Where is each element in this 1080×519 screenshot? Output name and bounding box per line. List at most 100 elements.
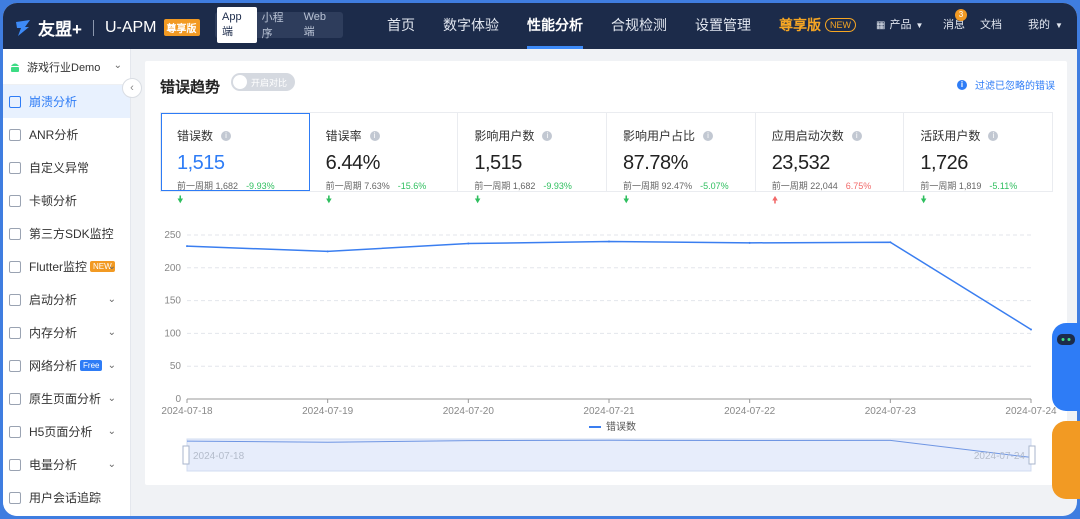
arrow-down-icon: 🠟: [474, 195, 481, 206]
products-menu[interactable]: ▦ 产品 ▼: [876, 3, 923, 49]
subsidy-widget[interactable]: [1052, 421, 1080, 499]
sidebar-item[interactable]: 网络分析 Free ⌄: [3, 349, 130, 382]
change-percent: -5.11%: [989, 181, 1018, 191]
legend-label: 错误数: [606, 420, 636, 433]
change-percent: -5.07%: [700, 181, 729, 191]
sidebar-item-label: ANR分析: [29, 128, 79, 142]
metric-previous: 前一周期 92.47% -5.07%: [623, 179, 755, 192]
docs-link[interactable]: 文档: [980, 3, 1002, 49]
data-point: [889, 241, 892, 244]
series-line: [186, 240, 1032, 331]
nav-compliance[interactable]: 合规检测: [597, 3, 681, 49]
nav-vip[interactable]: 尊享版 NEW: [765, 3, 870, 49]
segment-mini-program[interactable]: 小程序: [257, 5, 299, 45]
menu-item-icon: [9, 392, 21, 405]
menu-item-icon: [9, 359, 21, 372]
metric-tile[interactable]: 错误数 i 1,515 前一周期 1,682 -9.93% 🠟: [161, 113, 310, 206]
menu-tag: Free: [80, 360, 103, 371]
nav-digital-experience[interactable]: 数字体验: [429, 3, 513, 49]
app-selector[interactable]: 游戏行业Demo ⌄: [3, 49, 130, 85]
chevron-left-icon: ‹: [130, 82, 134, 94]
metric-tile[interactable]: 影响用户数 i 1,515 前一周期 1,682 -9.93% 🠟: [458, 113, 608, 206]
nav-performance[interactable]: 性能分析: [513, 3, 597, 49]
metric-label-row: 应用启动次数 i: [772, 127, 904, 144]
arrow-down-icon: 🠟: [325, 195, 333, 206]
metric-previous: 前一周期 1,682 -9.93%: [177, 179, 309, 192]
help-icon[interactable]: i: [542, 130, 553, 141]
help-icon[interactable]: i: [851, 130, 862, 141]
chevron-down-icon: ⌄: [107, 327, 116, 338]
metric-tile[interactable]: 活跃用户数 i 1,726 前一周期 1,819 -5.11% 🠟: [904, 113, 1052, 206]
metric-tile[interactable]: 影响用户占比 i 87.78% 前一周期 92.47% -5.07% 🠟: [607, 113, 756, 206]
sidebar-item[interactable]: Flutter监控 NEW ⌄: [3, 250, 130, 283]
change-percent: -9.93%: [246, 181, 275, 191]
help-icon[interactable]: i: [221, 130, 232, 141]
y-tick-label: 50: [170, 361, 182, 372]
metric-value: 6.44%: [325, 152, 381, 174]
edition-badge: 尊享版: [163, 19, 200, 36]
error-trend-chart: 0 50 100 150 200 250 2024-07-18 2024-07-19 2024-…: [161, 230, 1057, 472]
chevron-down-icon: ⌄: [107, 261, 116, 272]
sidebar-item[interactable]: 电量分析 ⌄: [3, 448, 130, 481]
metric-label-row: 活跃用户数 i: [920, 127, 1052, 144]
logo[interactable]: 友盟+ U-APM 尊享版: [13, 15, 200, 40]
metric-value: 1,515: [177, 152, 225, 174]
chevron-down-icon: ⌄: [107, 393, 116, 404]
data-point: [608, 240, 610, 243]
previous-value: 22,044: [810, 181, 838, 191]
menu-item-icon: [9, 161, 21, 174]
sidebar-item[interactable]: ANR分析: [3, 118, 130, 151]
sidebar-item[interactable]: 用户会话追踪: [3, 481, 130, 514]
compare-toggle[interactable]: 开启对比: [231, 73, 295, 91]
menu-item-icon: [9, 128, 21, 141]
sidebar-item[interactable]: 卡顿分析: [3, 184, 130, 217]
sidebar-item[interactable]: 自定义异常: [3, 151, 130, 184]
zoom-handle-left[interactable]: [182, 445, 190, 465]
sidebar-item-label: 第三方SDK监控: [29, 227, 114, 241]
sidebar-item-label: 电量分析: [29, 458, 78, 472]
metric-previous: 前一周期 7.63% -15.6%: [326, 179, 458, 192]
account-menu[interactable]: 我的 ▼: [1028, 3, 1063, 49]
zoom-handle-right[interactable]: [1028, 445, 1036, 465]
contact-us-widget[interactable]: [1052, 323, 1080, 411]
help-icon[interactable]: i: [369, 130, 380, 141]
menu-item-icon: [9, 260, 21, 273]
collapse-sidebar-button[interactable]: ‹: [122, 78, 142, 98]
sidebar-item-label: 启动分析: [29, 293, 78, 307]
sidebar-item[interactable]: 第三方SDK监控: [3, 217, 130, 250]
metric-value: 1,515: [474, 152, 522, 174]
filter-ignored-link[interactable]: i 过滤已忽略的错误: [957, 77, 1055, 92]
product-name: U-APM: [104, 18, 157, 36]
sidebar-item[interactable]: 原生页面分析 ⌄: [3, 382, 130, 415]
chevron-down-icon: ⌄: [107, 294, 116, 305]
nav-settings[interactable]: 设置管理: [681, 3, 765, 49]
brand-name: 友盟+: [38, 20, 82, 39]
chevron-down-icon: ⌄: [107, 360, 116, 371]
help-icon[interactable]: i: [988, 130, 999, 141]
menu-item-icon: [9, 194, 21, 207]
segment-app[interactable]: App端: [217, 7, 257, 43]
app-window: 友盟+ U-APM 尊享版 App端 小程序 Web端 首页 数字体验 性能分析…: [3, 3, 1077, 516]
sidebar-menu: 崩溃分析 ANR分析 自定义异常 卡顿分析 第三方SDK监控 Flutter监控 NEW ⌄ 启…: [3, 85, 130, 514]
sidebar-item-label: 原生页面分析: [29, 392, 102, 406]
sidebar-item[interactable]: H5页面分析 ⌄: [3, 415, 130, 448]
sidebar-item-label: H5页面分析: [29, 425, 93, 439]
nav-home[interactable]: 首页: [373, 3, 429, 49]
divider: [92, 19, 94, 36]
compare-toggle-label: 开启对比: [251, 78, 288, 88]
sidebar-item[interactable]: 启动分析 ⌄: [3, 283, 130, 316]
error-trend-card: 错误趋势 开启对比 i 过滤已忽略的错误 错误数 i 1,515 前一周期 1,682…: [145, 61, 1067, 485]
sidebar-item[interactable]: 崩溃分析: [3, 85, 130, 118]
segment-web[interactable]: Web端: [299, 7, 341, 43]
metric-tile[interactable]: 错误率 i 6.44% 前一周期 7.63% -15.6% 🠟: [310, 113, 459, 206]
y-tick-label: 0: [175, 394, 181, 405]
metric-previous: 前一周期 1,819 -5.11%: [920, 179, 1052, 192]
x-tick-label: 2024-07-24: [1005, 406, 1057, 417]
help-icon[interactable]: i: [703, 130, 714, 141]
metric-label: 应用启动次数: [771, 129, 844, 143]
data-point: [748, 241, 751, 244]
metric-tile[interactable]: 应用启动次数 i 23,532 前一周期 22,044 6.75% 🠝: [756, 113, 905, 206]
sidebar-item[interactable]: 内存分析 ⌄: [3, 316, 130, 349]
sidebar-item-label: 用户会话追踪: [29, 491, 102, 505]
zoom-start-label: 2024-07-18: [193, 451, 245, 462]
